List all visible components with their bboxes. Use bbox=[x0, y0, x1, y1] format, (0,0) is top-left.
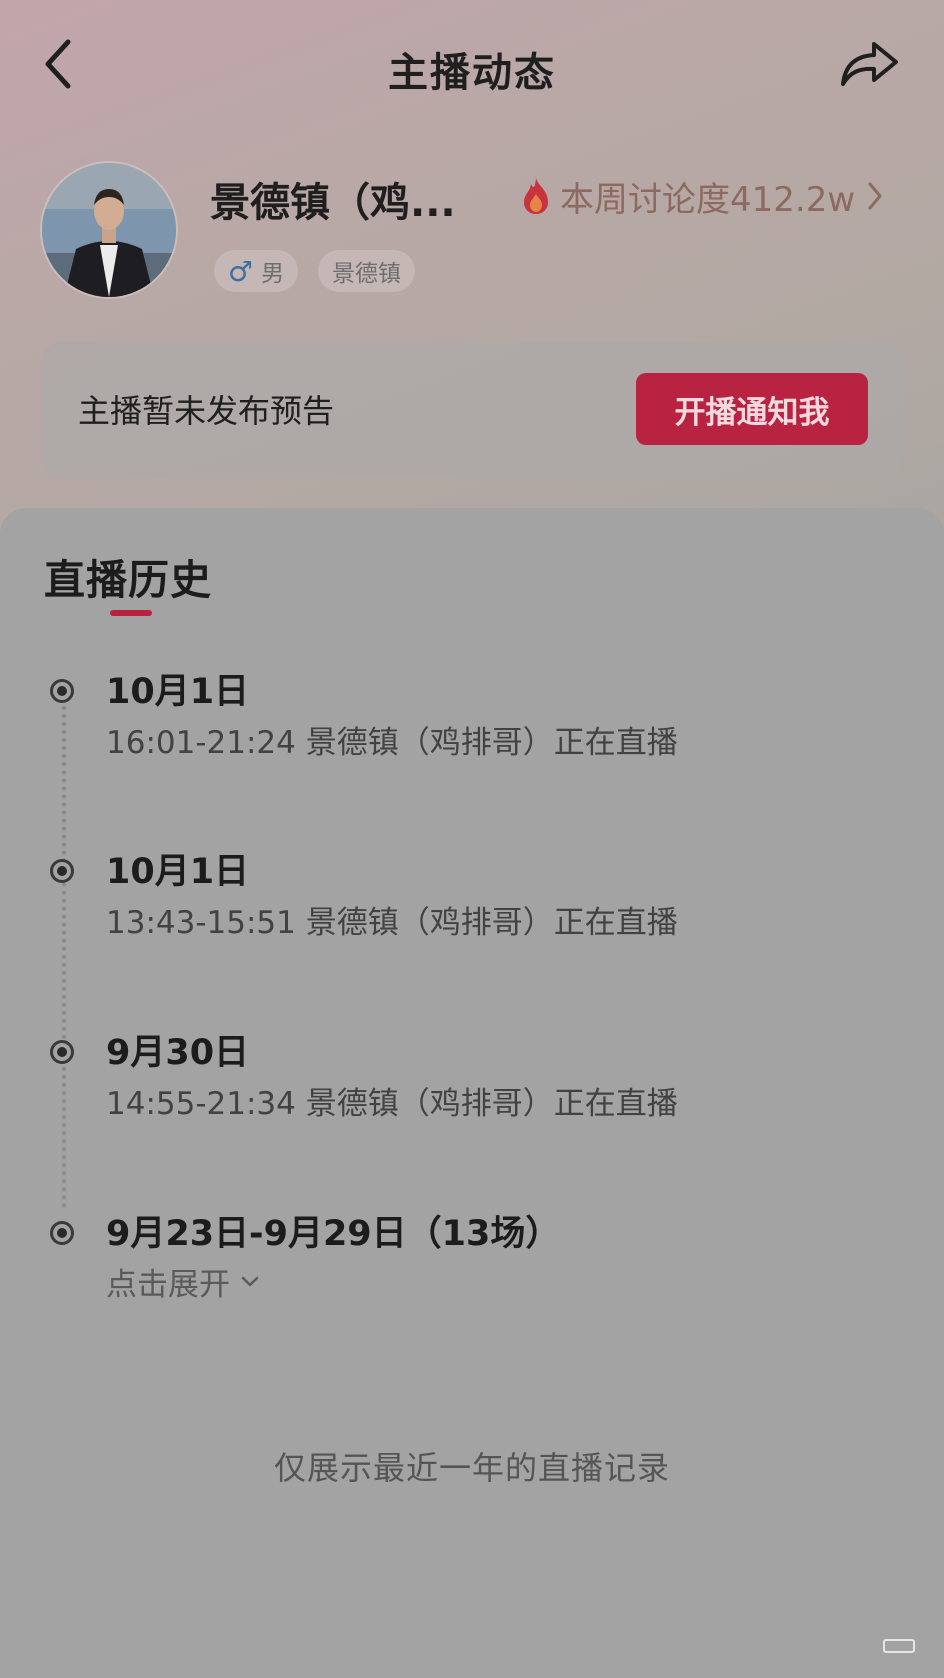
timeline-dot-icon bbox=[50, 1040, 74, 1064]
streamer-name: 景德镇（鸡... bbox=[210, 180, 456, 226]
preview-notice-card: 主播暂未发布预告 开播通知我 bbox=[42, 342, 902, 478]
header-background: 主播动态 景德镇（鸡... 本周讨论度412.2w ♂ 男 景德镇 主播暂未发布… bbox=[0, 0, 944, 540]
entry-date: 9月30日 bbox=[106, 1033, 250, 1073]
location-label: 景德镇 bbox=[332, 261, 401, 287]
entry-detail: 16:01-21:24 景德镇（鸡排哥）正在直播 bbox=[106, 725, 678, 761]
flame-icon bbox=[524, 178, 548, 214]
watermark-icon bbox=[883, 1639, 915, 1653]
share-icon[interactable] bbox=[838, 36, 900, 92]
chevron-right-icon bbox=[868, 182, 882, 210]
avatar-image bbox=[42, 163, 176, 297]
entry-date: 10月1日 bbox=[106, 672, 250, 712]
expand-label: 点击展开 bbox=[106, 1267, 230, 1303]
navigation-bar: 主播动态 bbox=[0, 0, 944, 130]
timeline-dot-icon bbox=[50, 679, 74, 703]
live-history-panel: 直播历史 10月1日 16:01-21:24 景德镇（鸡排哥）正在直播 10月1… bbox=[0, 508, 944, 1678]
male-icon: ♂ bbox=[228, 254, 254, 288]
timeline-dot-icon bbox=[50, 1221, 74, 1245]
page-title: 主播动态 bbox=[388, 50, 556, 96]
entry-detail: 14:55-21:34 景德镇（鸡排哥）正在直播 bbox=[106, 1086, 678, 1122]
avatar[interactable] bbox=[42, 163, 176, 297]
weekly-discussion-label: 本周讨论度412.2w bbox=[560, 179, 856, 220]
expand-button[interactable]: 点击展开 bbox=[106, 1259, 260, 1304]
entry-date-range: 9月23日-9月29日（13场） bbox=[106, 1214, 561, 1254]
footer-note: 仅展示最近一年的直播记录 bbox=[273, 1449, 670, 1487]
weekly-discussion-link[interactable]: 本周讨论度412.2w bbox=[520, 172, 883, 220]
notify-me-button[interactable]: 开播通知我 bbox=[636, 373, 868, 445]
entry-date: 10月1日 bbox=[106, 852, 250, 892]
entry-detail: 13:43-15:51 景德镇（鸡排哥）正在直播 bbox=[106, 905, 678, 941]
timeline-line bbox=[62, 698, 66, 1208]
timeline-dot-icon bbox=[50, 859, 74, 883]
chevron-down-icon bbox=[241, 1276, 259, 1286]
live-history-title: 直播历史 bbox=[44, 556, 212, 604]
gender-tag: ♂ 男 bbox=[214, 250, 299, 292]
no-preview-text: 主播暂未发布预告 bbox=[78, 392, 335, 430]
gender-label: 男 bbox=[261, 261, 285, 287]
title-underline bbox=[110, 610, 152, 616]
location-tag: 景德镇 bbox=[318, 250, 415, 292]
